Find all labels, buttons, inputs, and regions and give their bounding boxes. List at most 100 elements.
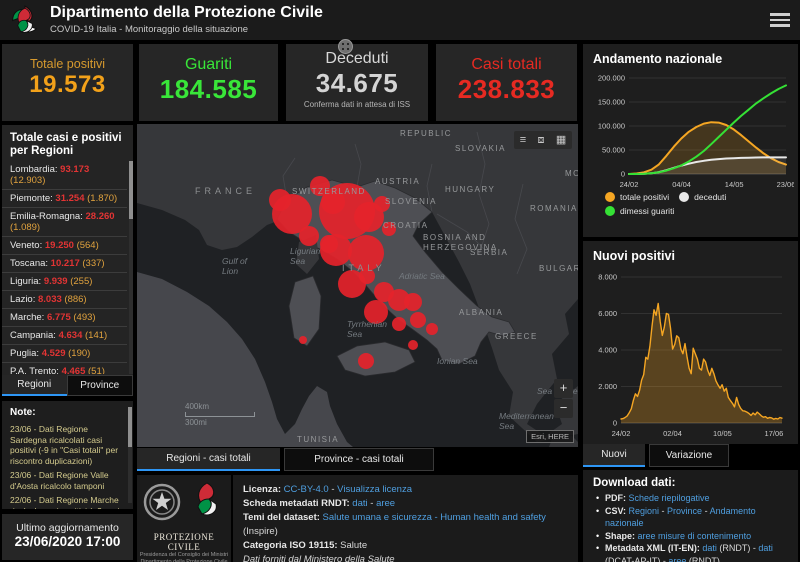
nuovi-tabs: Nuovi Variazione bbox=[583, 444, 798, 467]
link[interactable]: Schede riepilogative bbox=[629, 493, 710, 503]
region-row[interactable]: Campania: 4.634 (141) bbox=[2, 327, 127, 345]
legend-item[interactable]: deceduti bbox=[679, 192, 726, 202]
download-list: PDF: Schede riepilogativeCSV: Regioni - … bbox=[593, 492, 790, 562]
text: (RNDT) bbox=[686, 556, 720, 562]
map-label: HUNGARY bbox=[445, 185, 495, 194]
app-header: Dipartimento della Protezione Civile COV… bbox=[0, 0, 800, 40]
svg-text:0: 0 bbox=[613, 419, 617, 428]
drag-handle-icon[interactable] bbox=[338, 39, 353, 54]
basemap-icon[interactable]: ▦ bbox=[556, 135, 566, 146]
tab-regioni-casi-totali[interactable]: Regioni - casi totali bbox=[137, 448, 280, 471]
license-row: Licenza: CC-BY-4.0 - Visualizza licenza bbox=[243, 483, 568, 497]
download-item: CSV: Regioni - Province - Andamento nazi… bbox=[593, 505, 790, 530]
case-bubble[interactable] bbox=[358, 353, 374, 369]
map-scalebar: 400km 300mi bbox=[185, 402, 255, 427]
region-row[interactable]: Piemonte: 31.254 (1.870) bbox=[2, 190, 127, 208]
region-row[interactable]: Liguria: 9.939 (255) bbox=[2, 273, 127, 291]
legend-item[interactable]: dimessi guariti bbox=[605, 206, 775, 216]
zoom-out-button[interactable]: − bbox=[554, 399, 573, 418]
text: Shape: bbox=[605, 531, 638, 541]
map-label: GREECE bbox=[495, 332, 538, 341]
link[interactable]: dati bbox=[352, 498, 367, 509]
case-bubble[interactable] bbox=[299, 226, 319, 246]
tab-regioni[interactable]: Regioni bbox=[2, 375, 67, 396]
legend-icon[interactable]: ≡ bbox=[520, 135, 526, 146]
svg-text:24/02: 24/02 bbox=[612, 429, 631, 438]
link[interactable]: CC-BY-4.0 bbox=[284, 484, 329, 495]
text: - bbox=[702, 506, 710, 516]
svg-text:10/05: 10/05 bbox=[713, 429, 732, 438]
text: (Inspire) bbox=[243, 526, 278, 537]
map-canvas: REPUBLICSLOVAKIAAUSTRIAHUNGARYFRANCESWIT… bbox=[137, 124, 578, 447]
org-logos-panel: PROTEZIONE CIVILE Presidenza del Consigl… bbox=[137, 475, 231, 562]
case-bubble[interactable] bbox=[320, 234, 352, 266]
case-bubble[interactable] bbox=[299, 336, 307, 344]
region-row[interactable]: Marche: 6.775 (493) bbox=[2, 309, 127, 327]
svg-text:23/06: 23/06 bbox=[777, 180, 794, 189]
layers-icon[interactable]: ⧈ bbox=[538, 135, 545, 146]
map-label: FRANCE bbox=[195, 186, 256, 196]
legend-dot-icon bbox=[605, 206, 615, 216]
org-name: PROTEZIONE CIVILE bbox=[137, 532, 231, 552]
tab-province[interactable]: Province bbox=[67, 375, 134, 396]
region-list-scrollbar[interactable] bbox=[129, 161, 133, 374]
tab-province-casi-totali[interactable]: Province - casi totali bbox=[284, 448, 434, 471]
case-bubble[interactable] bbox=[392, 317, 406, 331]
link[interactable]: Regioni bbox=[629, 506, 660, 516]
svg-text:150.000: 150.000 bbox=[598, 98, 625, 107]
region-list[interactable]: Lombardia: 93.173 (12.903)Piemonte: 31.2… bbox=[2, 161, 127, 374]
link[interactable]: dati bbox=[758, 543, 773, 553]
map-label: ROMANIA bbox=[530, 204, 578, 213]
link[interactable]: aree bbox=[376, 498, 395, 509]
stat-note: Conferma dati in attesa di ISS bbox=[286, 100, 428, 109]
svg-text:200.000: 200.000 bbox=[598, 74, 625, 83]
link[interactable]: Salute umana e sicurezza - Human health … bbox=[323, 512, 546, 523]
svg-text:8.000: 8.000 bbox=[598, 273, 617, 282]
stat-value: 34.675 bbox=[286, 68, 428, 99]
region-row[interactable]: Puglia: 4.529 (190) bbox=[2, 345, 127, 363]
text: Scheda metadati RNDT: bbox=[243, 498, 352, 509]
regions-panel: Totale casi e positivi per Regioni Lomba… bbox=[2, 125, 133, 396]
region-row[interactable]: Lazio: 8.033 (886) bbox=[2, 291, 127, 309]
region-row[interactable]: Emilia-Romagna: 28.260 (1.089) bbox=[2, 208, 127, 237]
notes-scrollbar[interactable] bbox=[128, 407, 132, 503]
legend-item[interactable]: totale positivi bbox=[605, 192, 669, 202]
region-row[interactable]: P.A. Trento: 4.465 (51) bbox=[2, 363, 127, 374]
link[interactable]: aree bbox=[668, 556, 686, 562]
map-zoom-controls: + − bbox=[554, 379, 573, 419]
link[interactable]: dati bbox=[702, 543, 717, 553]
zoom-in-button[interactable]: + bbox=[554, 379, 573, 398]
italy-cases-map[interactable]: REPUBLICSLOVAKIAAUSTRIAHUNGARYFRANCESWIT… bbox=[137, 124, 578, 447]
case-bubble[interactable] bbox=[410, 312, 426, 328]
region-row[interactable]: Toscana: 10.217 (337) bbox=[2, 255, 127, 273]
svg-text:17/06: 17/06 bbox=[765, 429, 784, 438]
case-bubble[interactable] bbox=[408, 340, 418, 350]
regions-panel-title: Totale casi e positivi per Regioni bbox=[2, 125, 133, 162]
link[interactable]: Visualizza licenza bbox=[337, 484, 412, 495]
map-label: TUNISIA bbox=[297, 435, 339, 444]
last-update-panel: Ultimo aggiornamento 23/06/2020 17:00 bbox=[2, 514, 133, 560]
tab-nuovi[interactable]: Nuovi bbox=[583, 444, 645, 467]
download-item: Shape: aree misure di contenimento bbox=[593, 530, 790, 543]
link[interactable]: aree misure di contenimento bbox=[638, 531, 752, 541]
menu-icon[interactable] bbox=[770, 13, 790, 27]
svg-text:4.000: 4.000 bbox=[598, 346, 617, 355]
case-bubble[interactable] bbox=[404, 293, 422, 311]
stat-label: Casi totali bbox=[436, 56, 577, 74]
link[interactable]: Province bbox=[667, 506, 702, 516]
tab-variazione[interactable]: Variazione bbox=[649, 444, 729, 467]
svg-text:6.000: 6.000 bbox=[598, 309, 617, 318]
region-row[interactable]: Lombardia: 93.173 (12.903) bbox=[2, 161, 127, 190]
license-row: Categoria ISO 19115: Salute bbox=[243, 539, 568, 553]
notes-body: 23/06 - Dati Regione Sardegna ricalcolat… bbox=[2, 424, 133, 509]
download-item: PDF: Schede riepilogative bbox=[593, 492, 790, 505]
region-row[interactable]: Veneto: 19.250 (564) bbox=[2, 237, 127, 255]
case-bubble[interactable] bbox=[426, 323, 438, 335]
text: Metadata XML (IT-EN): bbox=[605, 543, 702, 553]
note-line: 23/06 - Dati Regione Sardegna ricalcolat… bbox=[10, 424, 123, 466]
map-label: Adriatic Sea bbox=[398, 271, 445, 281]
nuovi-positivi-chart: 02.0004.0006.0008.00024/0202/0410/0517/0… bbox=[587, 269, 794, 439]
map-label: REPUBLIC bbox=[400, 129, 452, 138]
note-line: 22/06 - Dati Regione Marche ricalcolo ca… bbox=[10, 495, 123, 509]
map-attribution[interactable]: Esri, HERE bbox=[526, 430, 574, 443]
